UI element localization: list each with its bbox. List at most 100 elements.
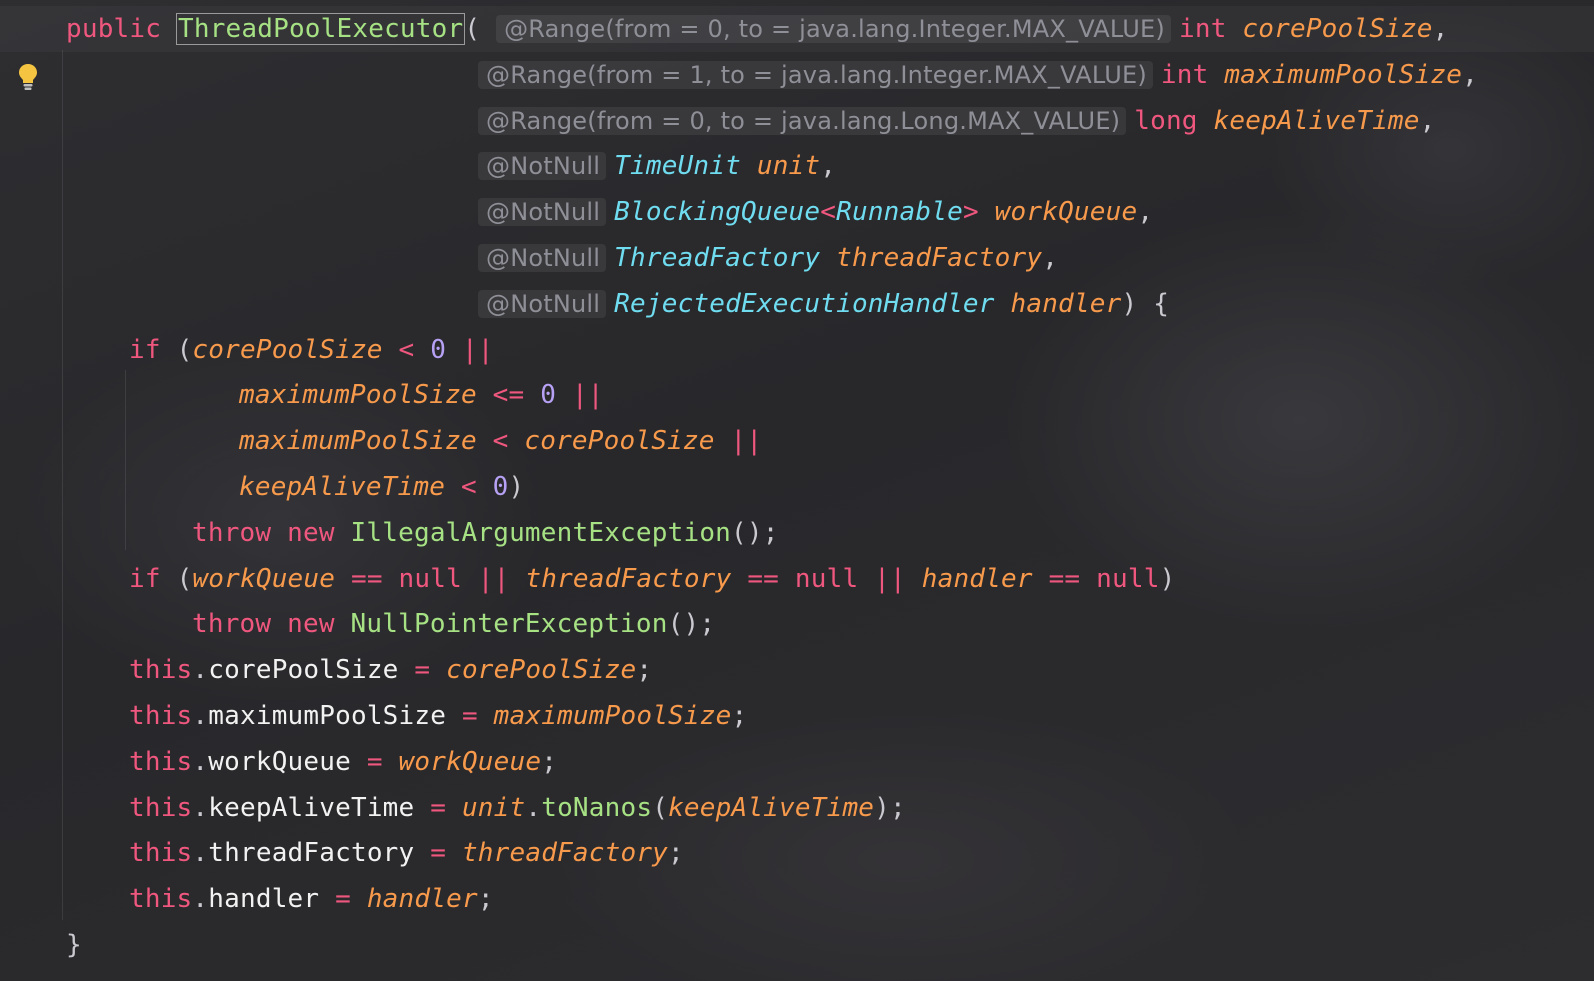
code-token: = [414, 838, 462, 869]
code-token: . [192, 792, 209, 823]
code-line[interactable]: throw new IllegalArgumentException(); [192, 510, 779, 556]
code-token: . [192, 746, 209, 777]
lightbulb-icon[interactable] [16, 62, 40, 92]
code-token: this [129, 746, 193, 777]
code-token: null [794, 563, 859, 594]
code-line[interactable]: @Range(from = 1, to = java.lang.Integer.… [478, 52, 1478, 98]
code-token: < [820, 197, 837, 228]
code-token: unit [461, 792, 526, 823]
code-token: . [192, 701, 209, 731]
code-token: null [1096, 563, 1160, 594]
code-line[interactable]: this.keepAliveTime = unit.toNanos(keepAl… [129, 785, 906, 831]
code-token: corePoolSize [208, 655, 399, 686]
code-token: workQueue [208, 746, 351, 777]
code-token: keepAliveTime [208, 792, 415, 823]
code-token: ; [541, 746, 558, 777]
code-token: } [66, 930, 82, 960]
annotation-hint: @NotNull [478, 152, 607, 181]
code-line[interactable]: @NotNull RejectedExecutionHandler handler… [478, 281, 1169, 327]
code-token: maximumPoolSize [239, 426, 477, 457]
annotation-hint: @Range(from = 1, to = java.lang.Integer.… [478, 60, 1153, 89]
code-token: , [1042, 243, 1059, 273]
annotation-hint: @Range(from = 0, to = java.lang.Long.MAX… [478, 106, 1127, 135]
code-token: == [1032, 563, 1097, 594]
code-token: keepAliveTime [239, 472, 446, 502]
code-line[interactable]: this.maximumPoolSize = maximumPoolSize; [129, 693, 747, 739]
code-token: null [398, 563, 462, 594]
code-line[interactable]: public ThreadPoolExecutor( @Range(from =… [66, 6, 1449, 52]
code-line[interactable]: maximumPoolSize < corePoolSize || [239, 418, 762, 464]
code-token: maximumPoolSize [239, 380, 477, 411]
code-token: , [1419, 105, 1436, 136]
code-token: throw new [192, 609, 351, 640]
code-line[interactable]: this.threadFactory = threadFactory; [129, 830, 684, 876]
code-line[interactable]: @NotNull ThreadFactory threadFactory, [478, 235, 1058, 281]
code-token: int [1178, 14, 1243, 44]
code-token: ThreadFactory [614, 243, 837, 273]
code-token: > [962, 197, 995, 228]
code-token: , [1462, 59, 1478, 90]
code-token: threadFactory [525, 563, 732, 594]
code-token: toNanos [541, 792, 653, 823]
code-token: this [129, 701, 193, 731]
code-token: maximumPoolSize [1224, 59, 1463, 90]
code-token: maximumPoolSize [208, 701, 447, 731]
code-line[interactable]: keepAliveTime < 0) [239, 464, 524, 510]
code-token: int [1160, 59, 1225, 90]
code-token: ; [477, 884, 494, 915]
code-line[interactable]: @NotNull TimeUnit unit, [478, 143, 836, 189]
code-token: || [556, 380, 604, 411]
code-line[interactable]: @Range(from = 0, to = java.lang.Long.MAX… [478, 98, 1435, 144]
code-token: if [129, 563, 177, 594]
code-token: workQueue [994, 197, 1138, 228]
code-token: ; [636, 655, 653, 686]
code-token: = [446, 701, 494, 731]
code-token: < [382, 334, 431, 365]
code-token: = [398, 655, 447, 686]
code-token: (); [667, 609, 716, 640]
code-token: ( [652, 792, 669, 823]
code-token: workQueue [192, 563, 336, 594]
code-token: ( [176, 334, 193, 365]
code-token: = [319, 884, 367, 915]
code-token: this [129, 655, 193, 686]
code-line[interactable]: this.workQueue = workQueue; [129, 739, 557, 785]
code-token: threadFactory [836, 243, 1043, 273]
code-token: this [129, 792, 193, 823]
code-line[interactable]: this.corePoolSize = corePoolSize; [129, 647, 652, 693]
code-token: IllegalArgumentException [350, 517, 732, 548]
code-token: ) { [1121, 288, 1170, 319]
code-line[interactable]: if (workQueue == null || threadFactory =… [129, 556, 1175, 602]
code-token: corePoolSize [1242, 14, 1433, 44]
code-token: workQueue [398, 746, 542, 777]
code-token: this [129, 838, 193, 869]
code-token: corePoolSize [192, 334, 383, 365]
code-line[interactable]: maximumPoolSize <= 0 || [239, 372, 604, 418]
code-line[interactable]: @NotNull BlockingQueue<Runnable> workQueu… [478, 189, 1153, 235]
code-token: . [192, 655, 209, 686]
code-token: throw new [192, 517, 351, 548]
code-token: keepAliveTime [668, 792, 875, 823]
code-token: handler [208, 884, 320, 915]
code-token: 0 [492, 472, 509, 502]
code-token: threadFactory [208, 838, 415, 869]
code-token: BlockingQueue [614, 197, 821, 228]
code-token: == [335, 563, 399, 594]
code-token: NullPointerException [350, 609, 668, 640]
code-token: . [525, 792, 542, 823]
code-token: , [1137, 197, 1154, 228]
code-line[interactable]: } [66, 922, 82, 968]
code-token: RejectedExecutionHandler [614, 288, 1011, 319]
annotation-hint: @NotNull [478, 244, 607, 272]
annotation-hint: @Range(from = 0, to = java.lang.Integer.… [496, 15, 1171, 43]
code-token: keepAliveTime [1213, 105, 1420, 136]
code-line[interactable]: this.handler = handler; [129, 876, 494, 922]
code-line[interactable]: throw new NullPointerException(); [192, 601, 715, 647]
code-token: , [1432, 14, 1449, 44]
code-token: ( [464, 14, 497, 44]
code-token: (); [731, 517, 779, 548]
code-token: 0 [430, 334, 447, 365]
code-line[interactable]: if (corePoolSize < 0 || [129, 327, 494, 373]
code-token: corePoolSize [446, 655, 637, 686]
code-token: unit [756, 151, 821, 182]
